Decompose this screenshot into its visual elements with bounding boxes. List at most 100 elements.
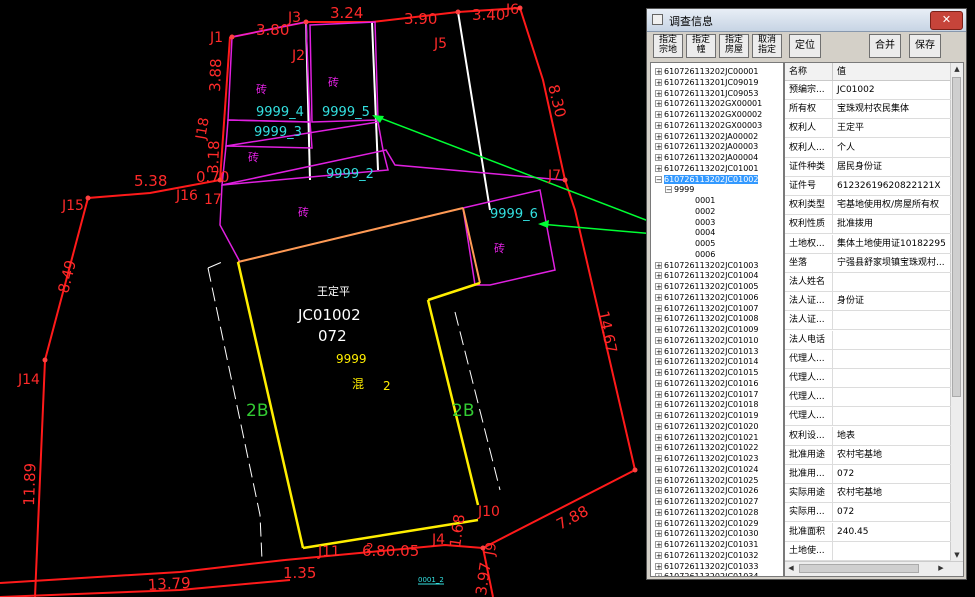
property-row[interactable]: 所有权 宝珠观村农民集体	[785, 100, 951, 120]
property-value[interactable]: 集体土地使用证10182295	[833, 235, 951, 254]
expand-toggle-icon[interactable]: +	[655, 261, 662, 269]
property-value[interactable]	[833, 350, 951, 369]
property-value[interactable]	[833, 311, 951, 330]
property-value[interactable]	[833, 388, 951, 407]
property-row[interactable]: 土地权... 集体土地使用证10182295	[785, 234, 951, 254]
expand-toggle-icon[interactable]: +	[655, 89, 662, 97]
property-row[interactable]: 证件种类 居民身份证	[785, 157, 951, 177]
expand-toggle-icon[interactable]: +	[655, 573, 662, 576]
expand-toggle-icon[interactable]: +	[655, 401, 662, 409]
tree-item[interactable]: +610726113202JC01025	[655, 476, 758, 486]
assign-building-button[interactable]: 指定 幢	[686, 34, 716, 58]
save-button[interactable]: 保存	[909, 34, 941, 58]
expand-toggle-icon[interactable]: −	[655, 175, 662, 183]
expand-toggle-icon[interactable]: +	[655, 551, 662, 559]
expand-toggle-icon[interactable]: +	[655, 111, 662, 119]
property-row[interactable]: 法人电话	[785, 330, 951, 350]
property-value[interactable]: 王定平	[833, 119, 951, 138]
expand-toggle-icon[interactable]: +	[655, 68, 662, 76]
grid-vertical-scrollbar[interactable]: ▲ ▼	[950, 63, 963, 561]
tree-item[interactable]: +610726113202JC01024	[655, 465, 758, 475]
expand-toggle-icon[interactable]: +	[655, 422, 662, 430]
expand-toggle-icon[interactable]: +	[655, 78, 662, 86]
expand-toggle-icon[interactable]: +	[655, 164, 662, 172]
tree-item[interactable]: +610726113202JC00001	[655, 67, 758, 77]
expand-toggle-icon[interactable]: +	[655, 508, 662, 516]
property-value[interactable]: 宝珠观村农民集体	[833, 100, 951, 119]
tree-item[interactable]: +610726113202JC01006	[655, 293, 758, 303]
tree-item[interactable]: +610726113202JC01013	[655, 347, 758, 357]
scroll-right-arrow-icon[interactable]: ▶	[935, 562, 947, 575]
property-value[interactable]: 61232619620822121X	[833, 177, 951, 196]
property-row[interactable]: 预编宗... JC01002	[785, 81, 951, 100]
tree-item[interactable]: +610726113201JC09019	[655, 78, 758, 88]
tree-leaf-item[interactable]: 0005	[695, 239, 715, 249]
tree-item[interactable]: +610726113202JC01022	[655, 443, 758, 453]
property-value[interactable]: 宁强县舒家坝镇宝珠观村...	[833, 254, 951, 273]
expand-toggle-icon[interactable]: +	[655, 326, 662, 334]
expand-toggle-icon[interactable]: +	[655, 519, 662, 527]
tree-item[interactable]: +610726113202JC01017	[655, 390, 758, 400]
tree-item[interactable]: +610726113202JC01009	[655, 325, 758, 335]
property-value[interactable]: 宅基地使用权/房屋所有权	[833, 196, 951, 215]
tree-item[interactable]: +610726113202JA00002	[655, 132, 758, 142]
tree-leaf-item[interactable]: 0006	[695, 250, 715, 260]
expand-toggle-icon[interactable]: +	[655, 369, 662, 377]
expand-toggle-icon[interactable]: +	[655, 121, 662, 129]
property-value[interactable]: 农村宅基地	[833, 484, 951, 503]
tree-item[interactable]: +610726113202JC01020	[655, 422, 758, 432]
property-row[interactable]: 土地使...	[785, 541, 951, 561]
property-value[interactable]: 农村宅基地	[833, 446, 951, 465]
expand-toggle-icon[interactable]: +	[655, 132, 662, 140]
tree-item[interactable]: +610726113202JC01015	[655, 368, 758, 378]
property-row[interactable]: 批准用途 农村宅基地	[785, 445, 951, 465]
expand-toggle-icon[interactable]: +	[655, 293, 662, 301]
property-value[interactable]	[833, 407, 951, 426]
tree-leaf-item[interactable]: 0004	[695, 228, 715, 238]
property-row[interactable]: 法人证... 身份证	[785, 292, 951, 312]
property-row[interactable]: 代理人...	[785, 369, 951, 388]
dialog-title-bar[interactable]: 调查信息 ✕	[647, 9, 966, 32]
tree-item[interactable]: +610726113202JC01021	[655, 433, 758, 443]
tree-item[interactable]: +610726113202JA00003	[655, 142, 758, 152]
property-row[interactable]: 权利类型 宅基地使用权/房屋所有权	[785, 196, 951, 216]
expand-toggle-icon[interactable]: +	[655, 143, 662, 151]
tree-item[interactable]: +610726113202JC01014	[655, 357, 758, 367]
property-grid[interactable]: 名称 值 ▲ ▼ ◀ ▶ 预编宗... JC01002 所有权 宝珠观村农民集体 权利人…	[784, 62, 964, 577]
expand-toggle-icon[interactable]: +	[655, 476, 662, 484]
tree-item[interactable]: +610726113202JC01031	[655, 540, 758, 550]
expand-toggle-icon[interactable]: −	[665, 186, 672, 194]
tree-item[interactable]: +610726113202JC01027	[655, 497, 758, 507]
tree-item[interactable]: +610726113202JC01019	[655, 411, 758, 421]
property-value[interactable]: 批准拨用	[833, 215, 951, 234]
property-row[interactable]: 代理人...	[785, 388, 951, 408]
expand-toggle-icon[interactable]: +	[655, 154, 662, 162]
tree-item[interactable]: +610726113202JC01007	[655, 304, 758, 314]
tree-item[interactable]: +610726113202JC01029	[655, 519, 758, 529]
expand-toggle-icon[interactable]: +	[655, 541, 662, 549]
expand-toggle-icon[interactable]: +	[655, 562, 662, 570]
expand-toggle-icon[interactable]: +	[655, 358, 662, 366]
expand-toggle-icon[interactable]: +	[655, 100, 662, 108]
property-value[interactable]: 地表	[833, 427, 951, 446]
property-value[interactable]: 240.45	[833, 523, 951, 542]
expand-toggle-icon[interactable]: +	[655, 283, 662, 291]
cancel-assign-button[interactable]: 取消 指定	[752, 34, 782, 58]
expand-toggle-icon[interactable]: +	[655, 498, 662, 506]
tree-item[interactable]: +610726113202JC01005	[655, 282, 758, 292]
tree-item[interactable]: +610726113202JC01008	[655, 314, 758, 324]
tree-item[interactable]: +610726113202GX00001	[655, 99, 762, 109]
tree-item[interactable]: +610726113202JC01004	[655, 271, 758, 281]
property-row[interactable]: 代理人...	[785, 349, 951, 369]
property-value[interactable]	[833, 369, 951, 388]
property-row[interactable]: 批准用... 072	[785, 465, 951, 484]
tree-item[interactable]: +610726113202JC01003	[655, 261, 758, 271]
expand-toggle-icon[interactable]: +	[655, 347, 662, 355]
property-value[interactable]	[833, 542, 951, 561]
tree-item[interactable]: +610726113202JC01034	[655, 572, 758, 576]
tree-item[interactable]: +610726113202JC01032	[655, 551, 758, 561]
property-row[interactable]: 权利性质 批准拨用	[785, 215, 951, 235]
tree-item[interactable]: +610726113202GX00002	[655, 110, 762, 120]
expand-toggle-icon[interactable]: +	[655, 444, 662, 452]
tree-item[interactable]: +610726113202JC01033	[655, 562, 758, 572]
